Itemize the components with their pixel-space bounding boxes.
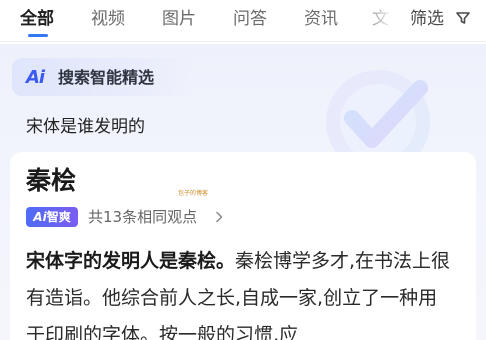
tab-qa[interactable]: 问答 [233,6,267,32]
chevron-right-icon[interactable] [214,211,224,223]
tab-video[interactable]: 视频 [91,6,125,32]
ai-badge-title: 搜索智能精选 [58,68,155,87]
source-tag-text: 智爽 [46,210,71,224]
tab-all[interactable]: 全部 [20,6,54,32]
blog-watermark: 包子的博客 [178,190,209,197]
answer-highlight: 宋体字的发明人是秦桧。 [26,250,236,272]
answer-body: 宋体字的发明人是秦桧。秦桧博学多才,在书法上很有造诣。他综合前人之长,自成一家,… [26,243,456,340]
search-query: 宋体是谁发明的 [26,117,145,137]
tab-overflow-fade [360,0,400,40]
tab-images[interactable]: 图片 [162,6,196,32]
tab-news[interactable]: 资讯 [304,6,338,32]
answer-title: 秦桧 [26,166,77,195]
search-results-page: 全部 视频 图片 问答 资讯 文 筛选 Ai 搜索智能精选 [0,0,486,340]
source-tag-ai: Ai [33,210,47,224]
filter-funnel-icon[interactable] [455,10,471,26]
tab-active-indicator [28,34,48,37]
ai-logo-icon: Ai [26,67,45,88]
filter-button[interactable]: 筛选 [410,6,444,32]
search-tabs: 全部 视频 图片 问答 资讯 文 筛选 [0,0,486,42]
ai-source-tag[interactable]: Ai智爽 [26,207,78,227]
same-view-count-link[interactable]: 共13条相同观点 [88,206,197,228]
